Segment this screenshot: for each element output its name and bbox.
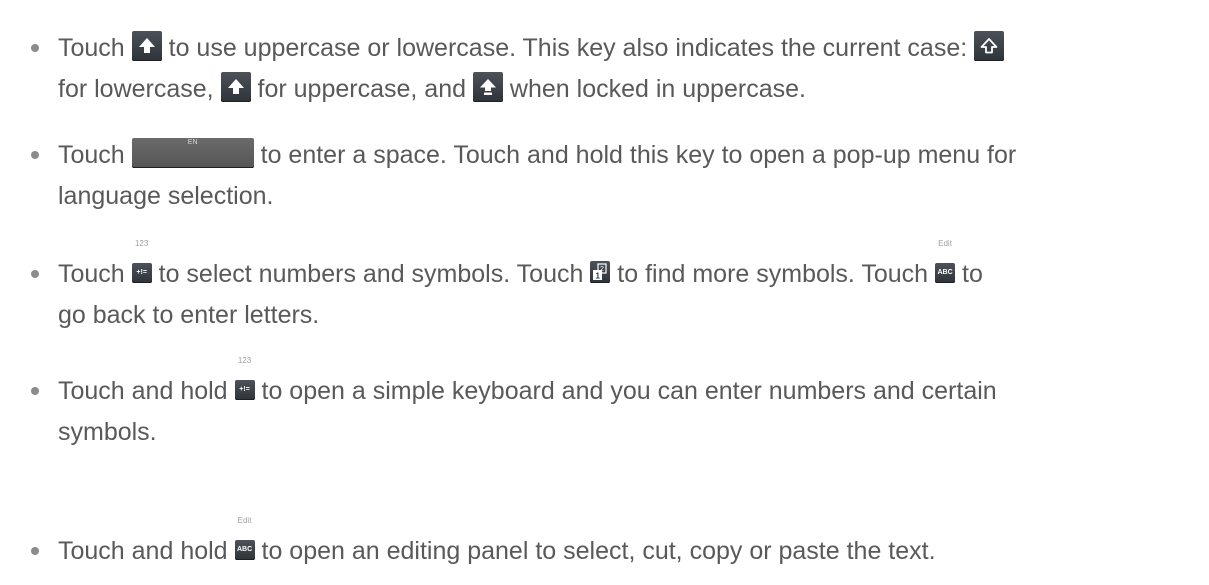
numbers-symbols-key-icon: 123 +!= (234, 356, 255, 401)
key-top-label: 123 (134, 239, 149, 249)
text-segment: to (962, 260, 983, 288)
bullet-text: Touch 123 +!= to select numbers and symb… (58, 239, 983, 336)
text-segment: to select numbers and symbols. Touch (158, 260, 584, 288)
bullet-dot (31, 547, 39, 555)
text-segment: language selection. (58, 182, 274, 210)
text-segment: Touch (58, 34, 125, 62)
letters-key-icon: Edit ABC (935, 239, 956, 284)
text-segment: Touch and hold (58, 537, 228, 565)
bullet-dot (31, 44, 39, 52)
bullet-text: Touch EN to enter a space. Touch and hol… (58, 135, 1016, 217)
bullet-text: Touch and hold Edit ABC to open an editi… (58, 516, 936, 572)
bullet-dot (31, 151, 39, 159)
text-segment: to enter a space. Touch and hold this ke… (260, 141, 1017, 169)
key-face-label: +!= (136, 269, 147, 277)
text-segment: Touch and hold (58, 377, 228, 405)
shift-filled-key-icon (220, 72, 251, 103)
bullet-dot (31, 270, 39, 278)
text-segment: for lowercase, (58, 75, 214, 103)
text-segment: symbols. (58, 418, 157, 446)
text-segment: to open an editing panel to select, cut,… (261, 537, 936, 565)
key-face-label: +!= (239, 386, 250, 394)
numbers-symbols-key-icon: 123 +!= (131, 239, 152, 284)
text-segment: to use uppercase or lowercase. This key … (168, 34, 968, 62)
text-segment: Touch (58, 260, 125, 288)
space-bar-key-icon: EN (131, 138, 254, 169)
text-segment: to open a simple keyboard and you can en… (261, 377, 997, 405)
bullet-dot (31, 387, 39, 395)
more-symbols-key-icon: 2 1 (590, 261, 611, 284)
text-segment: when locked in uppercase. (509, 75, 806, 103)
svg-text:1: 1 (596, 272, 601, 281)
key-top-label: 123 (237, 356, 252, 366)
text-segment: go back to enter letters. (58, 301, 320, 329)
letters-key-icon: Edit ABC (234, 516, 255, 561)
bullet-text: Touch and hold 123 +!= to open a simple … (58, 356, 997, 453)
shift-outline-key-icon (974, 31, 1005, 62)
language-caption: EN (187, 139, 198, 147)
text-segment: for uppercase, and (257, 75, 467, 103)
shift-filled-key-icon (131, 31, 162, 62)
shift-locked-key-icon (472, 72, 503, 103)
key-face-label: ABC (937, 269, 953, 277)
bullet-text: Touch to use uppercase or lowercase. Thi… (58, 28, 1005, 110)
key-face-label: ABC (236, 546, 253, 554)
text-segment: to find more symbols. Touch (617, 260, 929, 288)
key-top-label: Edit (237, 516, 252, 526)
key-top-label: Edit (938, 239, 952, 249)
text-segment: Touch (58, 141, 125, 169)
